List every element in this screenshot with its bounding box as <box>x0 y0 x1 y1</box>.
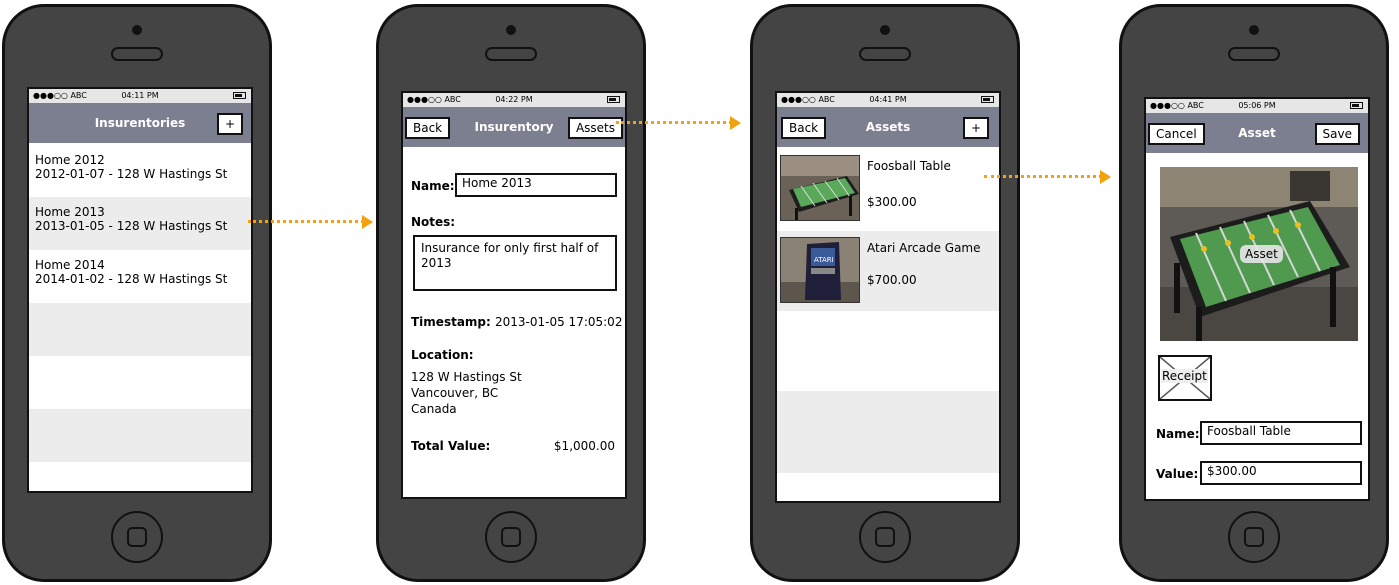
flow-arrow-head <box>730 116 741 130</box>
camera-icon <box>880 25 890 35</box>
clock-text: 04:41 PM <box>869 95 907 104</box>
navigation-bar: Insurentory Back Assets <box>403 107 625 147</box>
camera-icon <box>506 25 516 35</box>
list-item-detail: 2013-01-05 - 128 W Hastings St <box>35 219 228 233</box>
total-value-label: Total Value: <box>411 439 491 453</box>
speaker-icon <box>859 47 911 61</box>
total-value: $1,000.00 <box>553 439 615 453</box>
assets-button[interactable]: Assets <box>567 117 623 139</box>
battery-icon <box>607 96 620 103</box>
empty-row <box>777 391 999 473</box>
navigation-bar: Asset Cancel Save <box>1146 113 1368 153</box>
screen-asset-detail: ●●●○○ ABC 05:06 PM Asset Cancel Save Ass… <box>1144 97 1370 501</box>
flow-arrow-head <box>362 215 373 229</box>
notes-label: Notes: <box>411 215 456 229</box>
list-item-title: Home 2013 <box>35 205 105 219</box>
clock-text: 04:11 PM <box>121 91 159 100</box>
list-item[interactable]: Home 2013 2013-01-05 - 128 W Hastings St <box>29 197 251 250</box>
home-button[interactable] <box>111 511 163 563</box>
timestamp-label: Timestamp: <box>411 315 491 329</box>
home-button[interactable] <box>859 511 911 563</box>
clock-text: 05:06 PM <box>1238 101 1276 110</box>
asset-price: $300.00 <box>867 195 917 209</box>
notes-field[interactable]: Insurance for only first half of 2013 <box>413 235 617 291</box>
phone-3: ●●●○○ ABC 04:41 PM Assets Back + Foosbal… <box>750 4 1020 582</box>
location-line: 128 W Hastings St <box>411 370 522 384</box>
navigation-bar: Assets Back + <box>777 107 999 147</box>
status-bar: ●●●○○ ABC 04:22 PM <box>403 93 625 107</box>
speaker-icon <box>1228 47 1280 61</box>
asset-photo[interactable]: Asset <box>1160 167 1358 341</box>
add-inventory-button[interactable]: + <box>217 113 243 135</box>
list-item-detail: 2014-01-02 - 128 W Hastings St <box>35 272 228 286</box>
list-item[interactable]: Home 2012 2012-01-07 - 128 W Hastings St <box>29 145 251 197</box>
flow-arrow-line <box>984 175 1102 178</box>
empty-row <box>29 409 251 462</box>
clock-text: 04:22 PM <box>495 95 533 104</box>
location-line: Vancouver, BC <box>411 386 499 400</box>
camera-icon <box>1249 25 1259 35</box>
add-asset-button[interactable]: + <box>963 117 989 139</box>
arcade-thumbnail: ATARI <box>780 237 860 303</box>
speaker-icon <box>111 47 163 61</box>
name-label: Name: <box>1156 427 1200 441</box>
status-bar: ●●●○○ ABC 05:06 PM <box>1146 99 1368 113</box>
back-button[interactable]: Back <box>781 117 827 139</box>
battery-icon <box>1350 102 1363 109</box>
location-value: 128 W Hastings St Vancouver, BC Canada <box>411 369 522 417</box>
flow-arrow-line <box>616 121 732 124</box>
list-item[interactable]: Home 2014 2014-01-02 - 128 W Hastings St <box>29 250 251 303</box>
timestamp-value: 2013-01-05 17:05:02 <box>495 315 623 329</box>
screen-assets: ●●●○○ ABC 04:41 PM Assets Back + Foosbal… <box>775 91 1001 503</box>
phone-2: ●●●○○ ABC 04:22 PM Insurentory Back Asse… <box>376 4 646 582</box>
back-button[interactable]: Back <box>405 117 451 139</box>
list-item-detail: 2012-01-07 - 128 W Hastings St <box>35 167 228 181</box>
location-label: Location: <box>411 348 474 362</box>
home-square-icon <box>875 527 895 547</box>
battery-icon <box>981 96 994 103</box>
empty-row <box>29 303 251 356</box>
location-line: Canada <box>411 402 457 416</box>
screen-insurentories: ●●●○○ ABC 04:11 PM Insurentories + Home … <box>27 87 253 493</box>
list-item-title: Home 2012 <box>35 153 105 167</box>
name-label: Name: <box>411 179 455 193</box>
status-bar: ●●●○○ ABC 04:11 PM <box>29 89 251 103</box>
home-square-icon <box>127 527 147 547</box>
empty-row <box>777 311 999 391</box>
list-item[interactable]: Foosball Table $300.00 <box>777 149 999 231</box>
home-button[interactable] <box>1228 511 1280 563</box>
value-label: Value: <box>1156 467 1199 481</box>
value-field[interactable]: $300.00 <box>1200 461 1362 485</box>
asset-name: Atari Arcade Game <box>867 241 981 255</box>
navigation-bar: Insurentories + <box>29 103 251 143</box>
photo-caption: Asset <box>1240 245 1283 263</box>
status-bar: ●●●○○ ABC 04:41 PM <box>777 93 999 107</box>
screen-insurentory: ●●●○○ ABC 04:22 PM Insurentory Back Asse… <box>401 91 627 499</box>
speaker-icon <box>485 47 537 61</box>
foosball-thumbnail <box>780 155 860 221</box>
camera-icon <box>132 25 142 35</box>
asset-name: Foosball Table <box>867 159 951 173</box>
list-item[interactable]: ATARI Atari Arcade Game $700.00 <box>777 231 999 311</box>
cancel-button[interactable]: Cancel <box>1148 123 1205 145</box>
receipt-placeholder[interactable]: Receipt <box>1158 355 1212 401</box>
list-item-title: Home 2014 <box>35 258 105 272</box>
flow-arrow-line <box>248 220 364 223</box>
home-square-icon <box>501 527 521 547</box>
asset-price: $700.00 <box>867 273 917 287</box>
svg-text:ATARI: ATARI <box>814 256 834 264</box>
save-button[interactable]: Save <box>1314 123 1360 145</box>
home-square-icon <box>1244 527 1264 547</box>
phone-1: ●●●○○ ABC 04:11 PM Insurentories + Home … <box>2 4 272 582</box>
name-field[interactable]: Home 2013 <box>455 173 617 197</box>
phone-4: ●●●○○ ABC 05:06 PM Asset Cancel Save Ass… <box>1119 4 1389 582</box>
receipt-label: Receipt <box>1161 369 1208 383</box>
empty-row <box>29 356 251 409</box>
home-button[interactable] <box>485 511 537 563</box>
name-field[interactable]: Foosball Table <box>1200 421 1362 445</box>
flow-arrow-head <box>1100 170 1111 184</box>
battery-icon <box>233 92 246 99</box>
